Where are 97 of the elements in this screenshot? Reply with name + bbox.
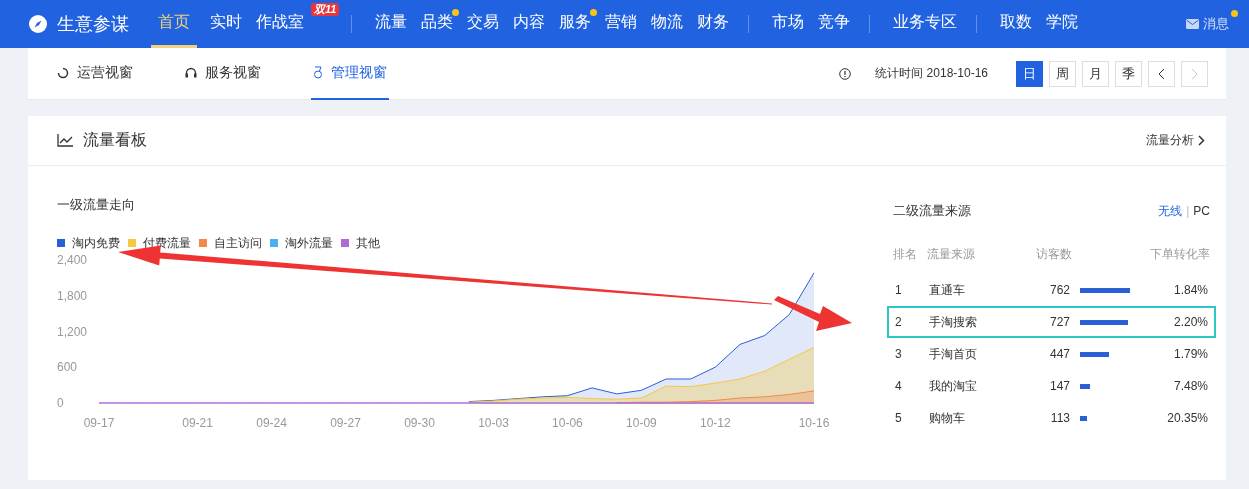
visitors-cell-text: 727 xyxy=(1048,315,1070,329)
promo-badge: 双11 xyxy=(311,3,340,16)
nav-item[interactable]: 竞争 xyxy=(811,0,858,48)
compass-logo-icon xyxy=(28,14,48,34)
traffic-analysis-link[interactable]: 流量分析 xyxy=(1146,132,1205,149)
y-tick-label: 0 xyxy=(57,396,64,411)
headset-icon xyxy=(185,66,197,79)
source-cell-text: 手淘首页 xyxy=(929,345,978,363)
x-tick-label: 10-16 xyxy=(798,416,830,430)
view-tab[interactable]: 管理视窗 xyxy=(311,47,389,100)
x-tick-label: 09-17 xyxy=(83,416,115,430)
nav-item[interactable]: 学院 xyxy=(1039,0,1086,48)
x-tick-label: 10-06 xyxy=(552,416,583,430)
nav-item[interactable]: 流量 xyxy=(368,0,415,48)
source-row[interactable]: 4 我的淘宝 147 7.48% xyxy=(887,370,1216,402)
messages-link[interactable]: 消息 xyxy=(1186,12,1235,36)
nav-item[interactable]: 品类 xyxy=(414,0,461,48)
legend-item[interactable]: 淘内免费 xyxy=(57,234,120,252)
x-tick-label: 10-03 xyxy=(478,416,509,430)
nav-item[interactable]: 市场 xyxy=(765,0,812,48)
y-tick-label: 2,400 xyxy=(57,255,88,268)
visitors-cell-text: 762 xyxy=(1048,283,1070,297)
nav-item[interactable]: 作战室 xyxy=(249,0,311,48)
period-button[interactable]: 季 xyxy=(1115,60,1142,87)
column-header: 下单转化率 xyxy=(1149,245,1210,263)
rate-cell-text: 1.79% xyxy=(1172,347,1208,361)
nav-item[interactable]: 业务专区 xyxy=(886,0,965,48)
rank-cell-text: 1 xyxy=(895,283,903,297)
refresh-icon xyxy=(57,66,69,79)
nav-item[interactable]: 营销 xyxy=(598,0,645,48)
rate-cell-text: 20.35% xyxy=(1166,411,1208,425)
visitors-bar xyxy=(1080,383,1090,389)
chart-title: 一级流量走向 xyxy=(57,196,136,214)
visitors-bar xyxy=(1080,287,1130,293)
rank-cell-text: 2 xyxy=(895,315,903,329)
nav-item[interactable]: 取数 xyxy=(993,0,1040,48)
brand-name: 生意参谋 xyxy=(57,13,129,36)
column-header: 访客数 xyxy=(1035,245,1072,263)
visitors-bar xyxy=(1080,351,1110,357)
source-cell-text: 直通车 xyxy=(929,281,966,299)
view-tab[interactable]: 服务视窗 xyxy=(183,47,263,100)
device-switch[interactable]: PC xyxy=(1193,204,1210,218)
nav-item[interactable]: 财务 xyxy=(690,0,737,48)
nav-item[interactable]: 实时 xyxy=(203,0,249,48)
medal-icon xyxy=(313,66,323,79)
rank-cell-text: 4 xyxy=(895,379,903,393)
source-cell-text: 手淘搜索 xyxy=(929,313,978,331)
period-button[interactable]: 月 xyxy=(1082,60,1109,87)
legend-item[interactable]: 淘外流量 xyxy=(270,234,333,252)
rate-cell-text: 2.20% xyxy=(1172,315,1208,329)
chevron-right-icon xyxy=(1198,135,1205,146)
visitors-cell-text: 147 xyxy=(1048,379,1070,393)
visitors-cell-text: 113 xyxy=(1049,411,1070,425)
source-cell-text: 购物车 xyxy=(929,409,966,427)
rate-cell-text: 1.84% xyxy=(1172,283,1208,297)
x-tick-label: 09-30 xyxy=(404,416,435,430)
nav-item[interactable]: 服务 xyxy=(552,0,599,48)
rank-cell-text: 5 xyxy=(895,411,903,425)
x-tick-label: 09-24 xyxy=(256,416,287,430)
view-tab[interactable]: 运营视窗 xyxy=(55,47,135,100)
switch-separator: | xyxy=(1186,204,1190,218)
sources-title: 二级流量来源 xyxy=(893,202,971,220)
x-tick-label: 10-09 xyxy=(626,416,657,430)
rank-cell-text: 3 xyxy=(895,347,903,361)
previous-button[interactable] xyxy=(1148,60,1175,87)
visitors-bar xyxy=(1080,415,1088,421)
line-chart-icon xyxy=(57,134,73,147)
chevron-left-icon xyxy=(1158,67,1165,80)
period-button[interactable]: 周 xyxy=(1049,60,1076,87)
source-row[interactable]: 2 手淘搜索 727 2.20% xyxy=(887,306,1216,338)
info-icon xyxy=(839,67,852,80)
visitors-cell-text: 447 xyxy=(1048,347,1070,361)
nav-item[interactable]: 物流 xyxy=(644,0,691,48)
period-button[interactable]: 日 xyxy=(1016,60,1043,87)
source-row[interactable]: 1 直通车 762 1.84% xyxy=(887,274,1216,306)
nav-item[interactable]: 交易 xyxy=(460,0,507,48)
visitors-bar xyxy=(1080,319,1128,325)
column-header: 流量来源 xyxy=(927,245,976,263)
rate-cell-text: 7.48% xyxy=(1172,379,1208,393)
nav-item[interactable]: 内容 xyxy=(506,0,553,48)
chevron-right-icon xyxy=(1191,67,1198,80)
x-tick-label: 10-12 xyxy=(700,416,731,430)
column-header: 排名 xyxy=(893,245,918,263)
legend-item[interactable]: 其他 xyxy=(341,234,380,252)
source-row[interactable]: 3 手淘首页 447 1.79% xyxy=(887,338,1216,370)
x-tick-label: 09-21 xyxy=(182,416,213,430)
y-tick-label: 1,800 xyxy=(57,288,88,303)
stat-time: 统计时间 2018-10-16 xyxy=(875,65,988,82)
source-cell-text: 我的淘宝 xyxy=(929,377,978,395)
source-row[interactable]: 5 购物车 113 20.35% xyxy=(887,402,1216,434)
panel-title: 流量看板 xyxy=(83,130,147,150)
legend-item[interactable]: 自主访问 xyxy=(199,234,262,252)
mail-icon xyxy=(1186,19,1199,29)
y-tick-label: 1,200 xyxy=(57,324,88,339)
x-tick-label: 09-27 xyxy=(330,416,361,430)
device-switch[interactable]: 无线 xyxy=(1158,202,1183,220)
y-tick-label: 600 xyxy=(57,360,78,375)
